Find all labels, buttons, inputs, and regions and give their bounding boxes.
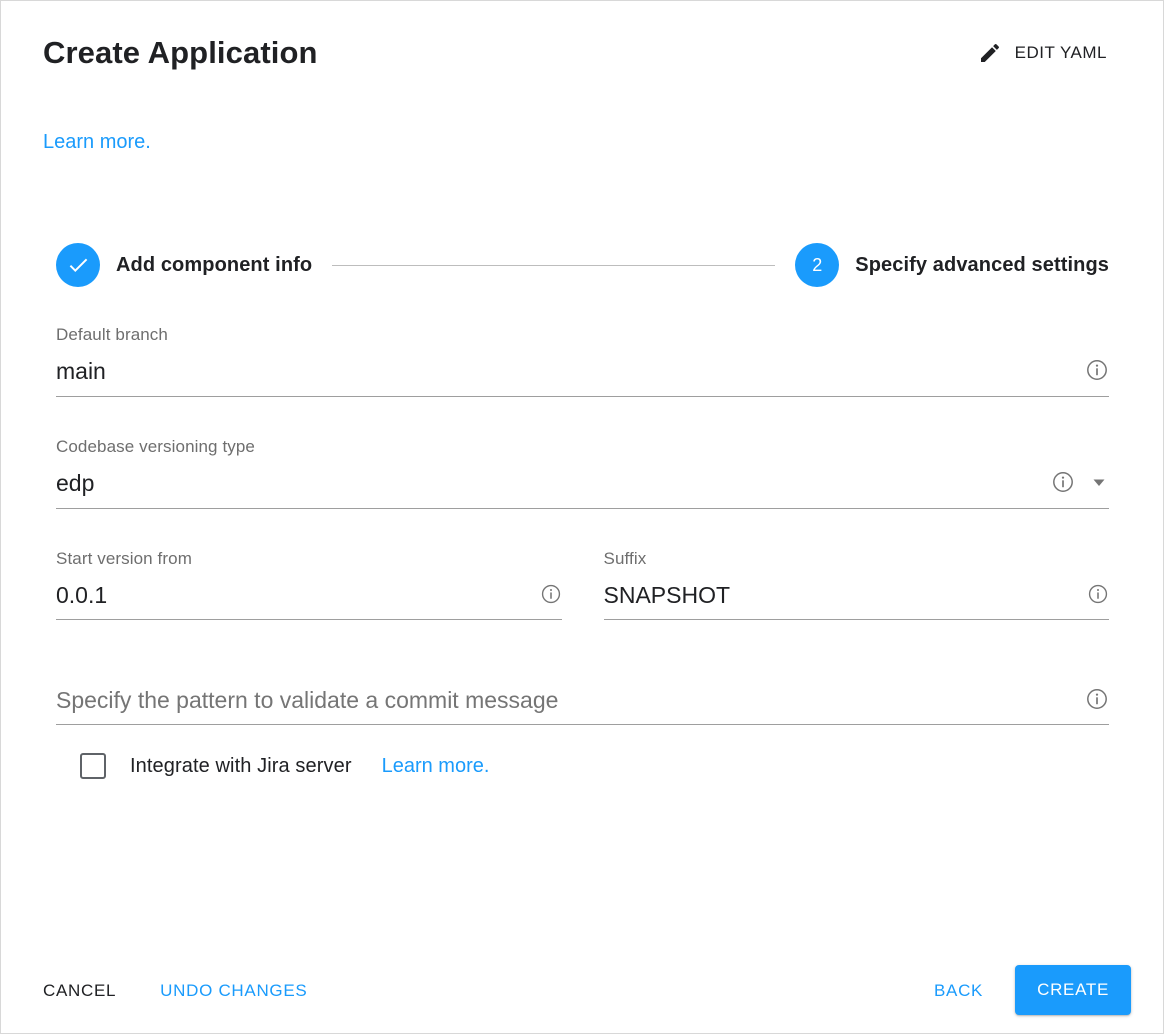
back-button[interactable]: BACK xyxy=(920,972,997,1009)
create-application-dialog: Create Application EDIT YAML Learn more.… xyxy=(0,0,1164,1034)
pencil-icon xyxy=(978,41,1002,65)
field-suffix: Suffix xyxy=(603,547,1109,621)
stepper-step-label-1: Add component info xyxy=(116,253,313,276)
integrate-with-jira-label[interactable]: Integrate with Jira server xyxy=(130,755,352,778)
create-button[interactable]: CREATE xyxy=(1015,965,1131,1015)
commit-message-pattern-adornments xyxy=(1073,687,1109,718)
learn-more-link-top[interactable]: Learn more. xyxy=(43,129,151,155)
jira-integration-row: Integrate with Jira server Learn more. xyxy=(56,753,1109,780)
stepper-step-add-component-info[interactable]: Add component info xyxy=(56,243,312,287)
field-codebase-versioning-type: Codebase versioning type xyxy=(56,435,1109,509)
commit-message-pattern-input-row xyxy=(56,680,1109,726)
info-icon[interactable] xyxy=(1085,687,1109,716)
codebase-versioning-type-adornments xyxy=(1039,470,1109,501)
info-icon[interactable] xyxy=(1087,583,1109,610)
suffix-input[interactable] xyxy=(603,581,1075,614)
stepper-connector xyxy=(332,264,776,266)
info-icon[interactable] xyxy=(540,583,562,610)
undo-changes-button[interactable]: UNDO CHANGES xyxy=(146,972,321,1009)
learn-more-link-jira[interactable]: Learn more. xyxy=(382,755,490,778)
field-commit-message-pattern xyxy=(56,680,1109,726)
dialog-footer: CANCEL UNDO CHANGES BACK CREATE xyxy=(1,947,1163,1033)
integrate-with-jira-checkbox[interactable] xyxy=(80,753,106,780)
step-marker-number: 2 xyxy=(795,243,840,287)
advanced-settings-form: Default branch Codebase versioning typ xyxy=(56,323,1109,780)
codebase-versioning-type-select[interactable] xyxy=(56,469,1039,502)
stepper: Add component info 2 Specify advanced se… xyxy=(56,239,1109,291)
version-row: Start version from 0.0.1 Suffix SNAPSHOT xyxy=(56,547,1109,621)
suffix-input-row xyxy=(603,575,1109,621)
default-branch-input-row xyxy=(56,352,1109,397)
start-version-from-label: Start version from xyxy=(56,548,192,568)
commit-message-pattern-input[interactable] xyxy=(56,686,1073,719)
codebase-versioning-type-input-row[interactable] xyxy=(56,464,1109,509)
step-marker-number-label: 2 xyxy=(812,255,823,275)
default-branch-adornments xyxy=(1073,358,1109,389)
step-marker-completed-icon xyxy=(56,243,100,287)
edit-yaml-label: EDIT YAML xyxy=(1014,43,1107,62)
default-branch-label: Default branch xyxy=(56,325,168,344)
codebase-versioning-type-label: Codebase versioning type xyxy=(56,436,255,456)
edit-yaml-button[interactable]: EDIT YAML xyxy=(974,35,1111,71)
field-default-branch: Default branch xyxy=(56,323,1109,397)
cancel-button[interactable]: CANCEL xyxy=(29,972,130,1009)
info-icon[interactable] xyxy=(1085,358,1109,387)
footer-right-actions: BACK CREATE xyxy=(920,965,1131,1015)
stepper-step-label-2: Specify advanced settings xyxy=(855,253,1109,276)
page-title: Create Application xyxy=(43,34,318,70)
stepper-step-specify-advanced-settings[interactable]: 2 Specify advanced settings xyxy=(795,243,1109,287)
suffix-label: Suffix xyxy=(603,548,647,568)
chevron-down-icon[interactable] xyxy=(1089,472,1109,497)
start-version-from-adornments xyxy=(528,583,562,612)
dialog-header: Create Application EDIT YAML xyxy=(1,1,1163,105)
field-start-version-from: Start version from xyxy=(56,547,562,621)
start-version-from-input-row xyxy=(56,575,562,621)
footer-left-actions: CANCEL UNDO CHANGES xyxy=(29,972,321,1009)
start-version-from-input[interactable] xyxy=(56,581,528,614)
info-icon[interactable] xyxy=(1051,470,1075,499)
default-branch-input[interactable] xyxy=(56,358,1073,390)
suffix-adornments xyxy=(1075,583,1109,612)
